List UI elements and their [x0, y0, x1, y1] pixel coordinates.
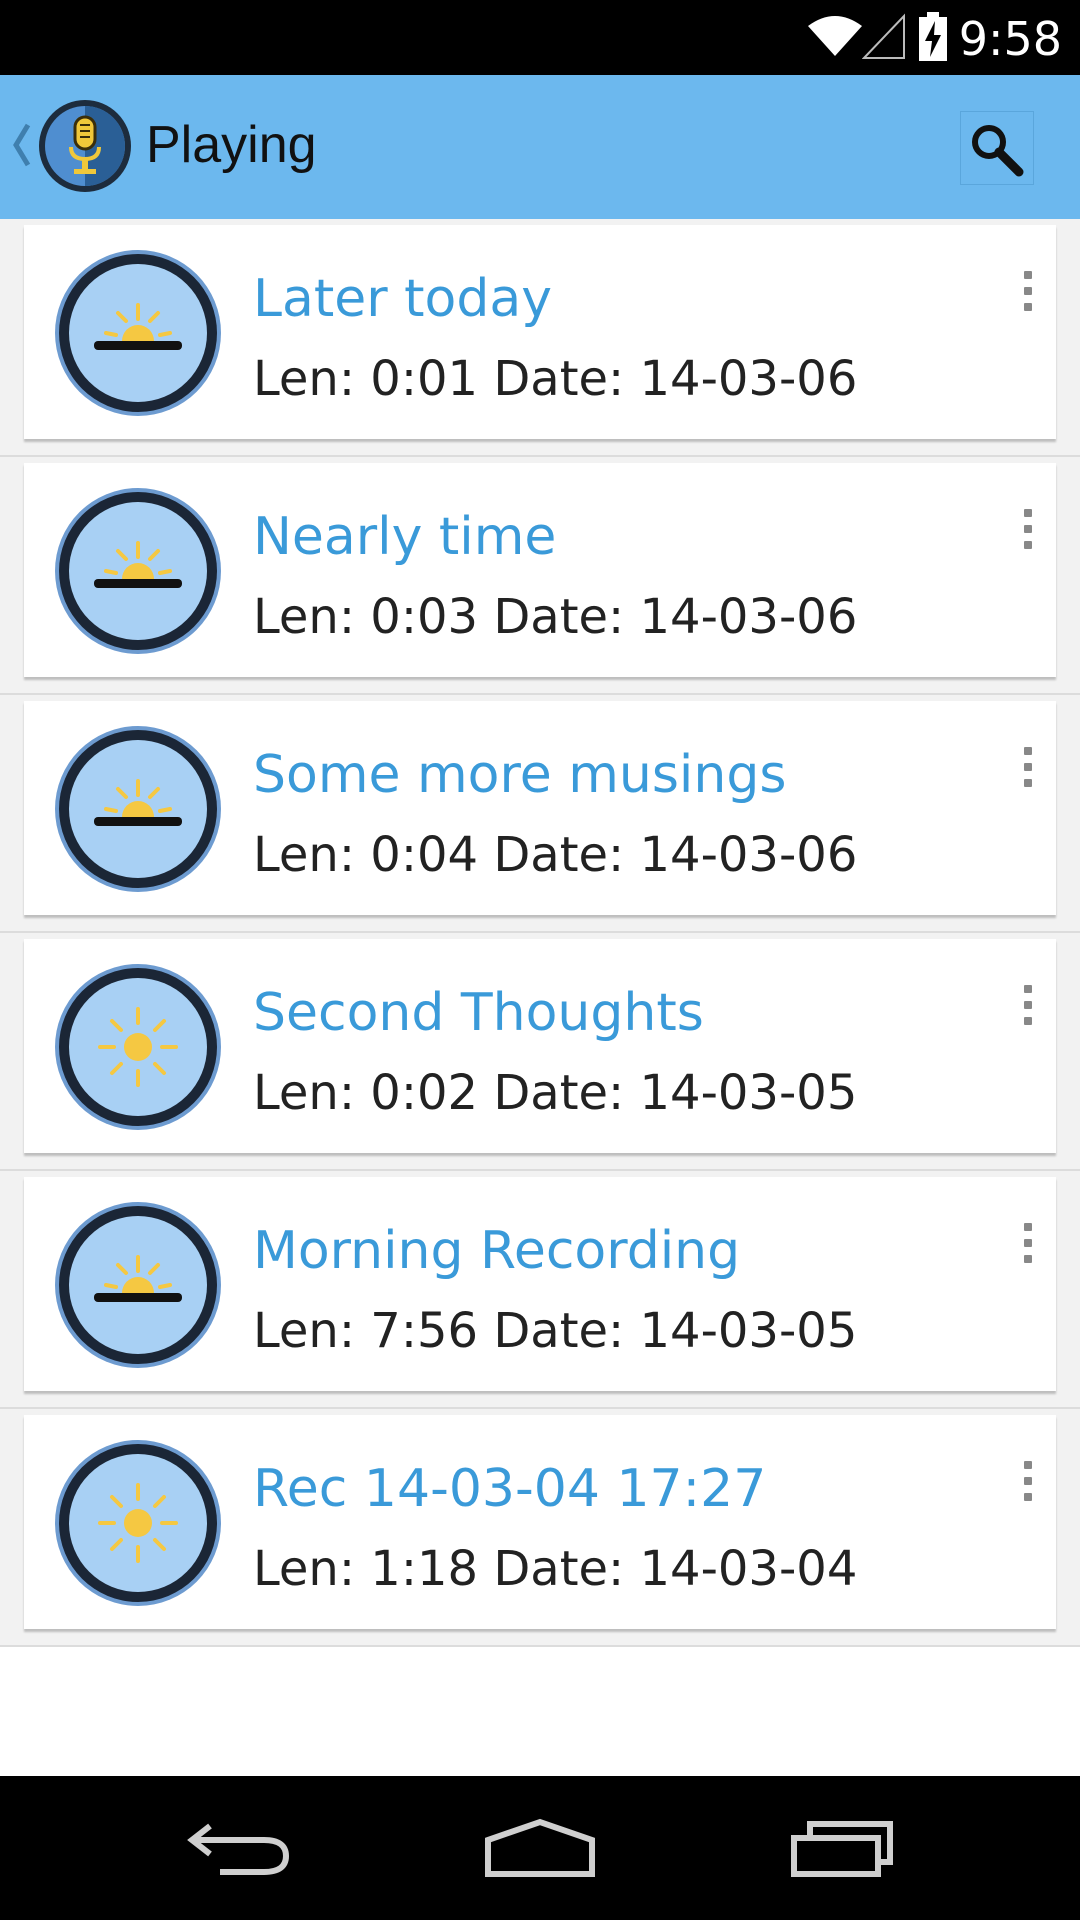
recording-card[interactable]: Later today Len: 0:01 Date: 14-03-06 — [24, 225, 1056, 439]
chevron-left-icon[interactable] — [10, 119, 32, 171]
recording-title: Rec 14-03-04 17:27 — [253, 1459, 767, 1519]
back-icon[interactable] — [186, 1818, 292, 1878]
recording-title: Later today — [253, 269, 552, 329]
recording-title: Nearly time — [253, 507, 557, 567]
recording-meta: Len: 0:03 Date: 14-03-06 — [253, 589, 858, 645]
overflow-menu-icon[interactable] — [1008, 1455, 1048, 1515]
list-item[interactable]: Second Thoughts Len: 0:02 Date: 14-03-05 — [0, 933, 1080, 1171]
recording-card[interactable]: Rec 14-03-04 17:27 Len: 1:18 Date: 14-03… — [24, 1415, 1056, 1629]
cell-signal-icon — [862, 13, 905, 59]
sun-icon — [55, 1440, 221, 1606]
home-icon[interactable] — [484, 1818, 596, 1878]
recording-meta: Len: 7:56 Date: 14-03-05 — [253, 1303, 858, 1359]
recording-meta: Len: 0:04 Date: 14-03-06 — [253, 827, 858, 883]
recent-apps-icon[interactable] — [790, 1818, 896, 1878]
recording-title: Some more musings — [253, 745, 787, 805]
recording-meta: Len: 0:01 Date: 14-03-06 — [253, 351, 858, 407]
list-item[interactable]: Nearly time Len: 0:03 Date: 14-03-06 — [0, 457, 1080, 695]
recording-meta: Len: 1:18 Date: 14-03-04 — [253, 1541, 858, 1597]
list-item[interactable]: Morning Recording Len: 7:56 Date: 14-03-… — [0, 1171, 1080, 1409]
sunrise-icon — [55, 488, 221, 654]
recording-meta: Len: 0:02 Date: 14-03-05 — [253, 1065, 858, 1121]
recording-card[interactable]: Some more musings Len: 0:04 Date: 14-03-… — [24, 701, 1056, 915]
recording-card[interactable]: Nearly time Len: 0:03 Date: 14-03-06 — [24, 463, 1056, 677]
action-bar: Playing — [0, 75, 1080, 219]
search-button[interactable] — [960, 111, 1034, 185]
recording-title: Morning Recording — [253, 1221, 741, 1281]
recording-card[interactable]: Second Thoughts Len: 0:02 Date: 14-03-05 — [24, 939, 1056, 1153]
list-item[interactable]: Rec 14-03-04 17:27 Len: 1:18 Date: 14-03… — [0, 1409, 1080, 1647]
list-item[interactable]: Some more musings Len: 0:04 Date: 14-03-… — [0, 695, 1080, 933]
wifi-icon — [808, 16, 862, 56]
battery-charging-icon — [919, 12, 947, 61]
recording-title: Second Thoughts — [253, 983, 704, 1043]
navigation-bar — [0, 1776, 1080, 1920]
sunrise-icon — [55, 1202, 221, 1368]
status-time: 9:58 — [958, 12, 1062, 66]
microphone-icon[interactable] — [36, 97, 134, 195]
list-item[interactable]: Later today Len: 0:01 Date: 14-03-06 — [0, 219, 1080, 457]
recording-card[interactable]: Morning Recording Len: 7:56 Date: 14-03-… — [24, 1177, 1056, 1391]
overflow-menu-icon[interactable] — [1008, 741, 1048, 801]
recordings-list[interactable]: Later today Len: 0:01 Date: 14-03-06 Nea… — [0, 219, 1080, 1647]
overflow-menu-icon[interactable] — [1008, 1217, 1048, 1277]
status-bar: 9:58 — [0, 0, 1080, 75]
search-icon — [972, 125, 1024, 177]
overflow-menu-icon[interactable] — [1008, 503, 1048, 563]
sunrise-icon — [55, 726, 221, 892]
page-title: Playing — [146, 116, 317, 174]
sun-icon — [55, 964, 221, 1130]
overflow-menu-icon[interactable] — [1008, 265, 1048, 325]
overflow-menu-icon[interactable] — [1008, 979, 1048, 1039]
sunrise-icon — [55, 250, 221, 416]
